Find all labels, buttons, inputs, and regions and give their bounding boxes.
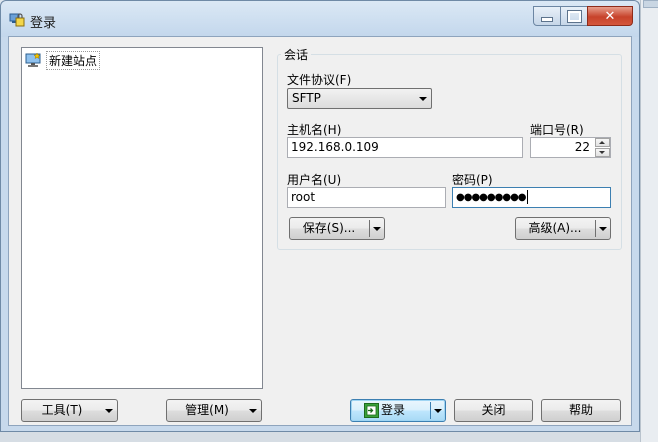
manage-button[interactable]: 管理(M) (166, 399, 262, 422)
password-label: 密码(P) (452, 173, 493, 187)
host-input[interactable]: 192.168.0.109 (287, 137, 523, 158)
tree-item-new-site[interactable]: 新建站点 (25, 50, 101, 70)
protocol-label: 文件协议(F) (287, 73, 352, 87)
split-divider (430, 402, 431, 419)
advanced-button-label: 高级(A)... (528, 221, 582, 235)
login-button[interactable]: 登录 (350, 399, 446, 422)
save-button[interactable]: 保存(S)... (289, 217, 385, 240)
close-icon: ✕ (604, 8, 616, 24)
login-dropdown-icon[interactable] (434, 409, 442, 413)
protocol-select[interactable]: SFTP (287, 88, 432, 109)
app-icon (9, 13, 25, 27)
site-tree[interactable]: 新建站点 (21, 47, 263, 389)
dialog-body: 新建站点 会话 文件协议(F) SFTP 主机名(H) 192.168.0.10… (8, 36, 632, 426)
password-mask: ●●●●●●●●● (456, 192, 527, 203)
login-icon (364, 403, 379, 418)
maximize-button[interactable] (560, 6, 588, 26)
split-divider (595, 220, 596, 237)
chevron-down-icon (249, 409, 257, 413)
background-area (0, 432, 640, 442)
tools-button-label: 工具(T) (41, 403, 83, 417)
password-input[interactable]: ●●●●●●●●● (452, 187, 611, 208)
arrow-down-icon (599, 151, 605, 154)
tools-button[interactable]: 工具(T) (21, 399, 118, 422)
port-label: 端口号(R) (530, 123, 584, 137)
chevron-down-icon (105, 409, 113, 413)
port-decrement-button[interactable] (595, 148, 610, 157)
close-button-label: 关闭 (481, 403, 506, 417)
background-window-edge (640, 0, 658, 442)
tree-item-label: 新建站点 (46, 50, 101, 70)
advanced-button[interactable]: 高级(A)... (515, 217, 611, 240)
background-tab (643, 0, 658, 8)
manage-button-label: 管理(M) (185, 403, 229, 417)
close-window-button[interactable]: ✕ (587, 6, 633, 26)
username-label: 用户名(U) (287, 173, 342, 187)
login-button-label: 登录 (381, 403, 406, 417)
save-button-label: 保存(S)... (302, 221, 356, 235)
port-spinner[interactable] (595, 138, 610, 157)
host-label: 主机名(H) (287, 123, 342, 137)
help-button-label: 帮助 (568, 403, 593, 417)
chevron-down-icon (419, 97, 427, 101)
advanced-dropdown-icon[interactable] (599, 227, 607, 231)
login-dialog: 登录 ✕ 新建站点 会话 文件协议(F) SFTP 主机名(H) 192.168… (0, 0, 640, 432)
help-button[interactable]: 帮助 (541, 399, 621, 422)
session-group-title: 会话 (281, 46, 312, 63)
save-dropdown-icon[interactable] (373, 227, 381, 231)
port-increment-button[interactable] (595, 138, 610, 147)
title-bar[interactable]: 登录 ✕ (1, 1, 639, 37)
window-title: 登录 (30, 16, 57, 31)
username-input[interactable]: root (287, 187, 446, 208)
protocol-value: SFTP (292, 91, 321, 105)
computer-site-icon (25, 52, 41, 67)
maximize-icon (561, 7, 587, 25)
split-divider (369, 220, 370, 237)
minimize-button[interactable] (533, 6, 561, 26)
minimize-icon (534, 7, 560, 25)
close-button[interactable]: 关闭 (454, 399, 533, 422)
text-caret (526, 190, 528, 204)
arrow-up-icon (599, 141, 605, 144)
